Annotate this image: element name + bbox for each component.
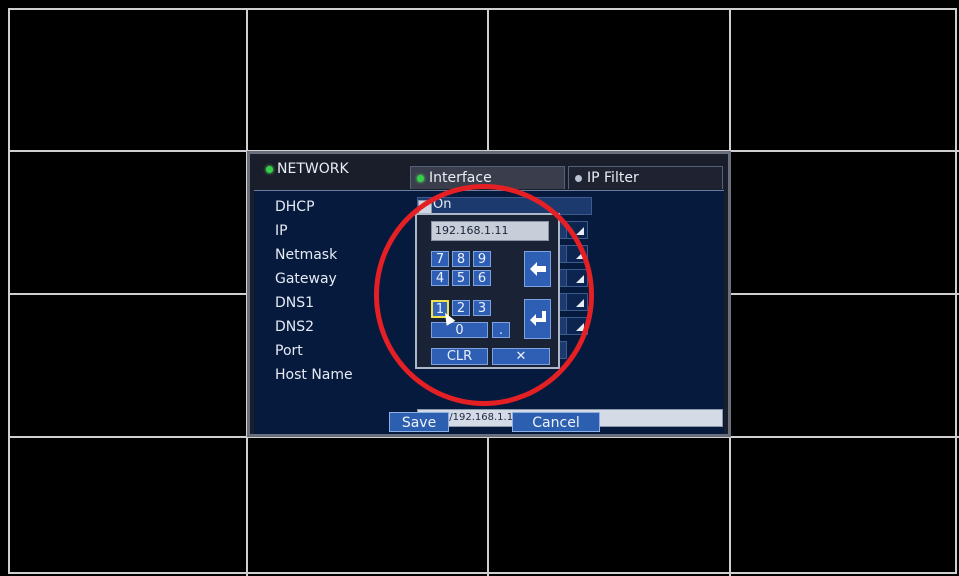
annotation-circle <box>374 184 594 406</box>
cancel-button[interactable]: Cancel <box>512 412 600 432</box>
tab-ip-filter[interactable]: IP Filter <box>568 166 723 189</box>
dialog-title-text: NETWORK <box>277 161 349 177</box>
dhcp-label: DHCP <box>275 199 315 215</box>
tab-label: IP Filter <box>587 170 639 186</box>
status-dot-icon <box>417 174 424 182</box>
dns2-label: DNS2 <box>275 319 315 335</box>
status-dot-icon <box>575 174 582 182</box>
save-button[interactable]: Save <box>389 412 449 432</box>
ip-label: IP <box>275 223 288 239</box>
status-dot-icon <box>266 165 273 173</box>
dns1-label: DNS1 <box>275 295 315 311</box>
netmask-label: Netmask <box>275 247 338 263</box>
dialog-title: NETWORK <box>266 161 349 177</box>
gateway-label: Gateway <box>275 271 337 287</box>
host-name-label: Host Name <box>275 367 353 383</box>
port-label: Port <box>275 343 303 359</box>
corner-arrow-icon <box>576 227 584 235</box>
